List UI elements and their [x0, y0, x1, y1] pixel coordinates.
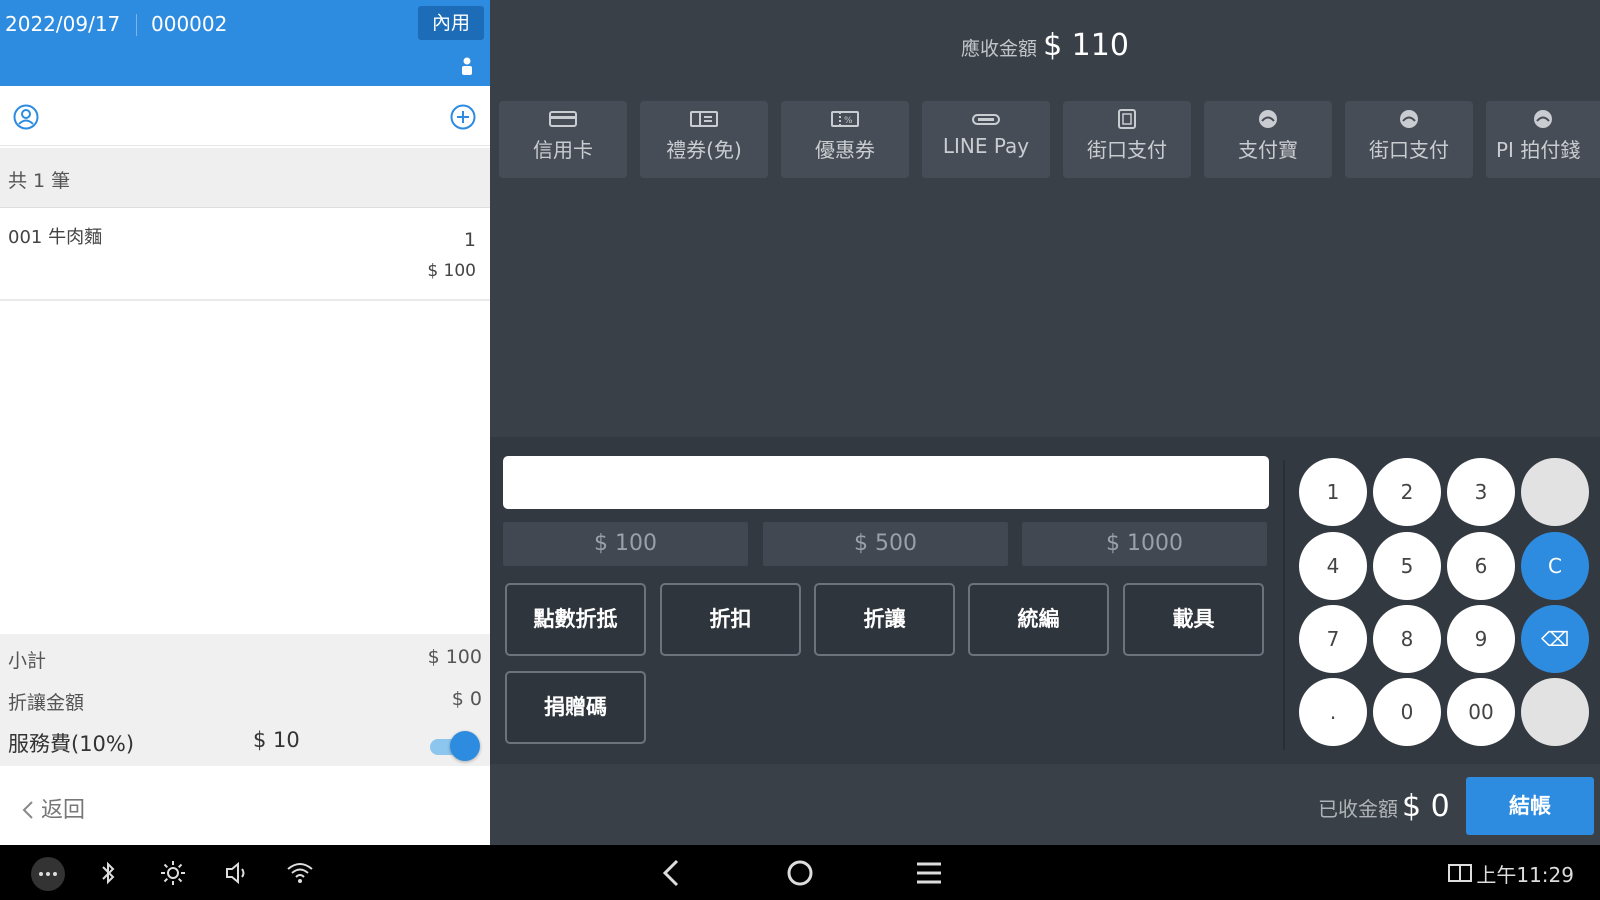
volume-icon[interactable]	[224, 861, 250, 885]
order-panel: 2022/09/17 000002 內用 共 1 筆 001 牛肉麵 1 $ 1…	[0, 0, 490, 845]
dine-in-badge[interactable]: 內用	[418, 6, 484, 40]
received-amount: 已收金額 $ 0	[1318, 789, 1450, 824]
line-pay-icon	[972, 114, 1000, 125]
pay-pi-wallet[interactable]: PI 拍付錢	[1486, 101, 1600, 178]
quick-amount-100[interactable]: $ 100	[503, 522, 748, 566]
pay-coupon[interactable]: % 優惠券	[781, 101, 909, 178]
tax-id-button[interactable]: 統編	[968, 583, 1109, 656]
clock: 上午11:29	[1476, 863, 1574, 887]
pay-label: 優惠券	[815, 138, 875, 162]
quick-amount-500[interactable]: $ 500	[763, 522, 1008, 566]
key-blank-top[interactable]	[1521, 458, 1589, 526]
keypad-divider	[1283, 460, 1285, 750]
nav-menu-icon[interactable]	[915, 859, 943, 887]
alipay-icon	[1259, 110, 1277, 128]
discount-button[interactable]: 折扣	[660, 583, 801, 656]
service-fee-value: $ 10	[253, 728, 300, 752]
pay-jko-1[interactable]: 街口支付	[1063, 101, 1191, 178]
order-header: 2022/09/17 000002 內用	[0, 0, 490, 86]
bluetooth-icon[interactable]	[99, 861, 117, 885]
pay-gift-voucher[interactable]: 禮券(免)	[640, 101, 768, 178]
discount-value: $ 0	[451, 688, 482, 710]
service-fee-toggle[interactable]	[428, 731, 480, 761]
key-5[interactable]: 5	[1373, 532, 1441, 600]
nav-back-icon[interactable]	[660, 858, 684, 888]
header-divider	[136, 14, 137, 36]
jko-pay-icon	[1400, 110, 1418, 128]
pay-credit-card[interactable]: 信用卡	[499, 101, 627, 178]
pay-label: 支付寶	[1238, 138, 1298, 162]
toggle-knob	[450, 731, 480, 761]
system-nav-bar: 上午11:29	[0, 845, 1600, 900]
quick-amount-1000[interactable]: $ 1000	[1022, 522, 1267, 566]
key-00[interactable]: 00	[1447, 678, 1515, 746]
back-label: 返回	[41, 798, 86, 823]
screen-icon[interactable]	[1447, 862, 1473, 884]
key-dot[interactable]: .	[1299, 678, 1367, 746]
clear-button[interactable]: C	[1521, 532, 1589, 600]
chevron-left-icon	[22, 801, 33, 819]
credit-card-icon	[549, 111, 577, 127]
list-item[interactable]: 001 牛肉麵 1 $ 100	[0, 209, 490, 301]
service-fee-label: 服務費(10%)	[8, 732, 135, 756]
key-9[interactable]: 9	[1447, 605, 1515, 673]
pay-label: 街口支付	[1369, 138, 1449, 162]
pay-alipay[interactable]: 支付寶	[1204, 101, 1332, 178]
key-3[interactable]: 3	[1447, 458, 1515, 526]
back-button[interactable]: 返回	[22, 792, 85, 824]
key-0[interactable]: 0	[1373, 678, 1441, 746]
pay-label: LINE Pay	[942, 134, 1030, 158]
brightness-icon[interactable]	[160, 860, 186, 886]
item-name: 001 牛肉麵	[8, 227, 103, 248]
nav-home-icon[interactable]	[786, 859, 814, 887]
backspace-button[interactable]: ⌫	[1521, 605, 1589, 673]
order-date: 2022/09/17	[5, 12, 121, 36]
pay-line-pay[interactable]: LINE Pay	[922, 101, 1050, 178]
member-icon[interactable]	[13, 104, 39, 130]
jko-pay-icon	[1118, 109, 1136, 129]
key-6[interactable]: 6	[1447, 532, 1515, 600]
key-7[interactable]: 7	[1299, 605, 1367, 673]
pay-label: 街口支付	[1087, 138, 1167, 162]
amount-due: 應收金額 $ 110	[490, 28, 1600, 63]
totals-section: 小計 $ 100 折讓金額 $ 0 服務費(10%) $ 10	[0, 634, 490, 766]
order-number: 000002	[151, 12, 228, 36]
key-1[interactable]: 1	[1299, 458, 1367, 526]
donation-code-button[interactable]: 捐贈碼	[505, 671, 646, 744]
pay-label: 禮券(免)	[666, 138, 742, 162]
pi-wallet-icon	[1534, 110, 1552, 128]
item-price: $ 100	[427, 261, 476, 281]
amount-input[interactable]	[503, 456, 1269, 509]
subtotal-value: $ 100	[427, 646, 482, 668]
discount-label: 折讓金額	[8, 692, 85, 714]
received-label: 已收金額	[1318, 797, 1398, 821]
subtotal-label: 小計	[8, 650, 47, 672]
pay-label: PI 拍付錢	[1496, 138, 1581, 162]
amount-due-label: 應收金額	[961, 38, 1038, 60]
customer-row	[0, 88, 490, 146]
wifi-icon[interactable]	[286, 861, 314, 885]
add-icon[interactable]	[450, 104, 476, 130]
settle-button[interactable]: 結帳	[1466, 777, 1594, 835]
key-4[interactable]: 4	[1299, 532, 1367, 600]
pay-label: 信用卡	[533, 138, 593, 162]
pay-jko-2[interactable]: 街口支付	[1345, 101, 1473, 178]
item-count: 共 1 筆	[8, 170, 71, 192]
gift-voucher-icon	[690, 111, 718, 127]
carrier-button[interactable]: 載具	[1123, 583, 1264, 656]
points-redeem-button[interactable]: 點數折抵	[505, 583, 646, 656]
amount-due-value: $ 110	[1043, 28, 1129, 63]
svg-text:%: %	[844, 116, 853, 126]
more-icon[interactable]	[30, 856, 66, 892]
item-count-bar: 共 1 筆	[0, 148, 490, 208]
key-2[interactable]: 2	[1373, 458, 1441, 526]
person-icon[interactable]	[460, 57, 474, 75]
key-8[interactable]: 8	[1373, 605, 1441, 673]
allowance-button[interactable]: 折讓	[814, 583, 955, 656]
received-value: $ 0	[1402, 789, 1450, 824]
item-qty: 1	[463, 229, 476, 251]
coupon-icon: %	[831, 111, 859, 127]
key-blank-bottom[interactable]	[1521, 678, 1589, 746]
